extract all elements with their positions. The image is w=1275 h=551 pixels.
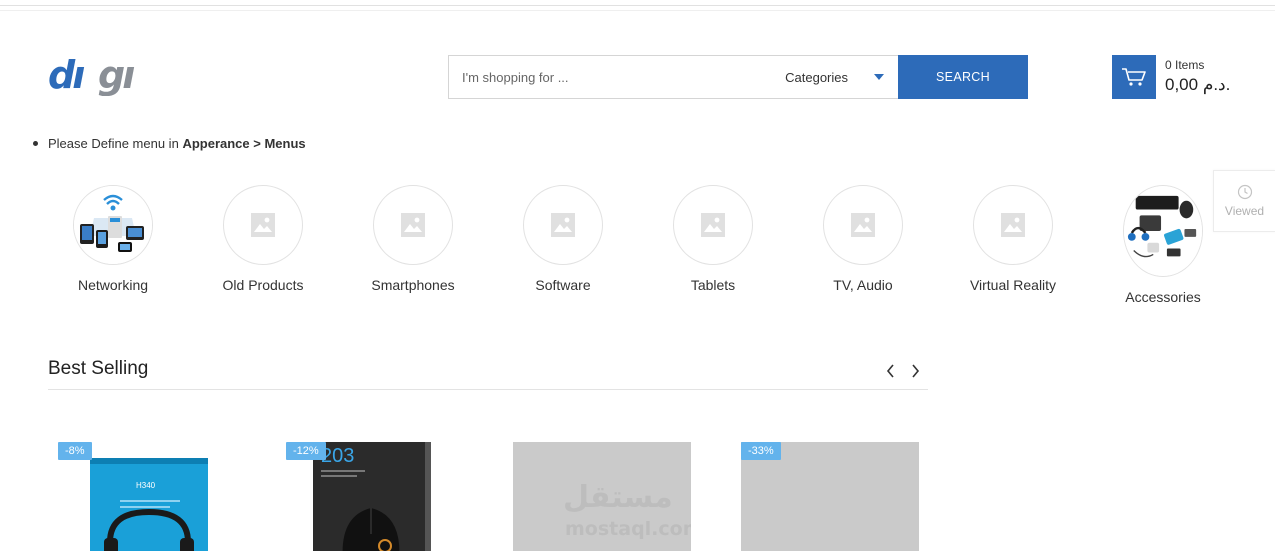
placeholder-image-icon (701, 213, 725, 237)
placeholder-image-icon (401, 213, 425, 237)
discount-badge: -8% (58, 442, 92, 460)
box-label: 203 (321, 445, 354, 467)
networking-devices-image (74, 186, 152, 264)
site-logo[interactable]: dı gı (48, 53, 152, 97)
cart-summary: 0 Items 0,00 د.م. (1165, 58, 1230, 99)
category-name: Software (535, 277, 591, 293)
clock-icon (1237, 184, 1252, 200)
category-name: Smartphones (371, 277, 455, 293)
svg-text:dı: dı (48, 58, 84, 96)
product-card[interactable]: -8% H340 (48, 440, 258, 551)
category-image (523, 185, 603, 265)
category-image (373, 185, 453, 265)
mouse-box-image: 203 (313, 442, 431, 551)
watermark-arabic: مستقل (563, 480, 673, 515)
category-select[interactable]: Categories (785, 56, 898, 98)
category-image (223, 185, 303, 265)
cart-icon[interactable] (1112, 55, 1156, 99)
category-smartphones[interactable]: Smartphones (338, 185, 488, 293)
svg-text:gı: gı (98, 58, 134, 96)
search-button[interactable]: SEARCH (898, 55, 1028, 99)
category-name: Virtual Reality (969, 277, 1057, 293)
product-image[interactable]: مستقل mostaql.com (513, 442, 691, 551)
product-card[interactable]: -33% (731, 440, 941, 551)
chevron-right-icon[interactable] (908, 364, 922, 378)
menu-notice-path: Apperance > Menus (182, 136, 306, 151)
product-card[interactable]: مستقل mostaql.com (503, 440, 713, 551)
category-name: Tablets (690, 277, 736, 293)
category-image (673, 185, 753, 265)
category-virtual-reality[interactable]: Virtual Reality (938, 185, 1088, 293)
search-field-wrapper: Categories (448, 55, 898, 99)
category-tablets[interactable]: Tablets (638, 185, 788, 293)
placeholder-image-icon (1001, 213, 1025, 237)
category-image (1123, 185, 1203, 277)
bullet-icon (33, 141, 38, 146)
chevron-left-icon[interactable] (884, 364, 898, 378)
discount-badge: -33% (741, 442, 781, 460)
accessories-image (1124, 186, 1202, 276)
category-name: Accessories (1125, 289, 1201, 305)
cart-total: 0,00 د.م. (1165, 75, 1231, 94)
category-software[interactable]: Software (488, 185, 638, 293)
best-selling-header: Best Selling (48, 358, 928, 390)
cart-item-count: 0 Items (1165, 58, 1205, 72)
category-tv-audio[interactable]: TV, Audio (788, 185, 938, 293)
product-image[interactable]: H340 (90, 442, 208, 551)
category-old-products[interactable]: Old Products (188, 185, 338, 293)
category-networking[interactable]: Networking (38, 185, 188, 293)
menu-notice: Please Define menu in Apperance > Menus (33, 136, 306, 151)
product-image[interactable]: 203 (313, 442, 431, 551)
category-image (823, 185, 903, 265)
caret-down-icon (874, 74, 884, 80)
category-name: TV, Audio (833, 277, 893, 293)
top-divider-secondary (0, 10, 1275, 11)
category-name: Networking (77, 277, 149, 293)
placeholder-image-icon (851, 213, 875, 237)
category-select-label: Categories (785, 69, 848, 85)
mini-cart[interactable]: 0 Items 0,00 د.م. (1112, 55, 1230, 99)
placeholder-image-icon (251, 213, 275, 237)
watermark-latin: mostaql.com (565, 518, 691, 540)
search-input[interactable] (449, 56, 749, 98)
headset-box-image: H340 (90, 458, 208, 551)
placeholder-image-icon (551, 213, 575, 237)
carousel-arrows (884, 364, 922, 378)
category-accessories[interactable]: Accessories (1088, 185, 1238, 305)
category-image (973, 185, 1053, 265)
menu-notice-text: Please Define menu in (48, 136, 179, 151)
section-title: Best Selling (48, 358, 149, 379)
category-name: Old Products (222, 277, 304, 293)
product-card[interactable]: -12% 203 (276, 440, 486, 551)
search-bar: Categories SEARCH (448, 55, 1028, 99)
top-divider (0, 5, 1275, 6)
category-image (73, 185, 153, 265)
box-label: H340 (136, 481, 156, 490)
discount-badge: -12% (286, 442, 326, 460)
